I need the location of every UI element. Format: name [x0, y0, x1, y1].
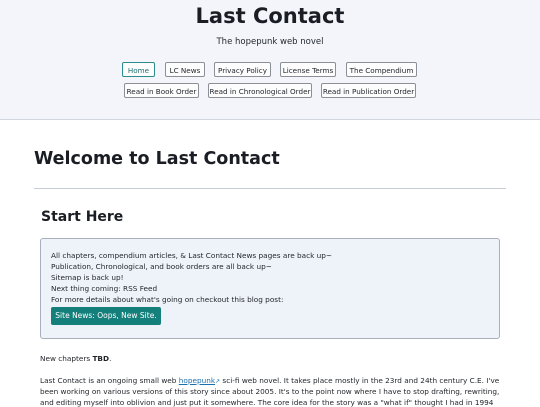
nav-publication-order-button[interactable]: Read in Publication Order: [321, 83, 416, 98]
section-title-start-here: Start Here: [41, 209, 124, 225]
intro-paragraph-line: Last Contact is an ongoing small web hop…: [40, 376, 499, 385]
notice-line: For more details about what's going on c…: [51, 295, 284, 304]
new-chapters-suffix: .: [109, 354, 112, 363]
page-title: Welcome to Last Contact: [34, 149, 280, 169]
intro-paragraph-line: and editing myself into oblivion and jus…: [40, 398, 494, 407]
site-notice-box: All chapters, compendium articles, & Las…: [40, 238, 500, 339]
nav-compendium-button[interactable]: The Compendium: [346, 62, 417, 77]
new-chapters-prefix: New chapters: [40, 354, 93, 363]
intro-paragraph-line: been working on various versions of this…: [40, 387, 500, 396]
site-news-button[interactable]: Site News: Oops, New Site.: [51, 307, 161, 325]
site-header: Last Contact The hopepunk web novel Home…: [0, 0, 540, 120]
divider: [34, 188, 506, 189]
notice-line: All chapters, compendium articles, & Las…: [51, 251, 333, 260]
new-chapters-value: TBD: [92, 354, 110, 363]
site-tagline: The hopepunk web novel: [216, 37, 324, 47]
nav-lc-news-button[interactable]: LC News: [165, 62, 205, 77]
nav-book-order-button[interactable]: Read in Book Order: [124, 83, 199, 98]
nav-privacy-policy-button[interactable]: Privacy Policy: [214, 62, 271, 77]
nav-home-button[interactable]: Home: [122, 62, 155, 77]
new-chapters-text: New chapters TBD.: [40, 354, 111, 363]
intro-text: sci-fi web novel. It takes place mostly …: [220, 376, 500, 385]
notice-line: Sitemap is back up!: [51, 273, 124, 282]
nav-chronological-order-button[interactable]: Read in Chronological Order: [208, 83, 312, 98]
site-title[interactable]: Last Contact: [0, 4, 540, 28]
intro-text: Last Contact is an ongoing small web: [40, 376, 179, 385]
notice-line: Publication, Chronological, and book ord…: [51, 262, 272, 271]
hopepunk-link[interactable]: hopepunk: [179, 376, 215, 385]
notice-line: Next thing coming: RSS Feed: [51, 284, 158, 293]
nav-license-terms-button[interactable]: License Terms: [280, 62, 336, 77]
